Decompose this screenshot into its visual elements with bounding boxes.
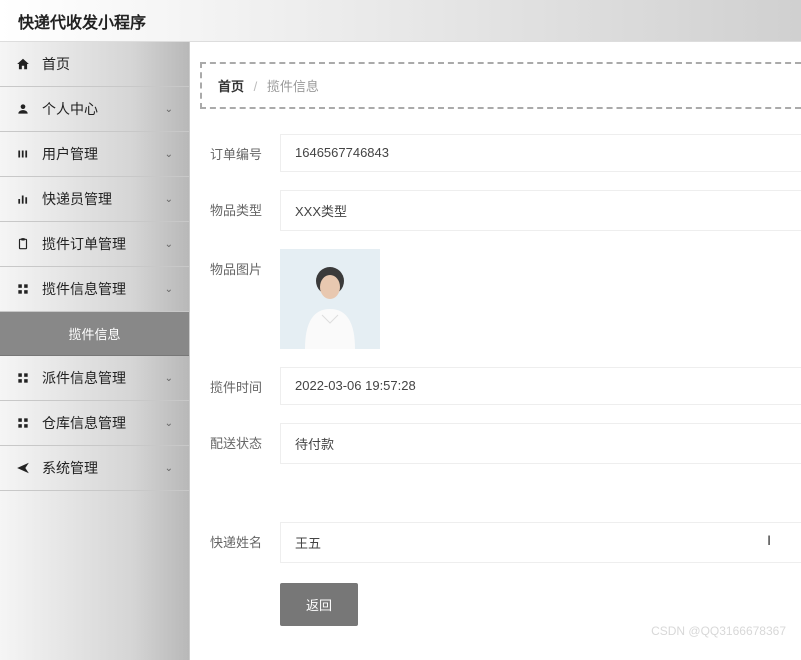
chevron-down-icon: ⌄ [165,104,173,115]
value-pickup-time: 2022-03-06 19:57:28 [280,367,801,405]
value-order-no: 1646567746843 [280,134,801,172]
sidebar-item-label: 系统管理 [42,458,98,478]
row-order-no: 订单编号 1646567746843 [200,134,801,172]
grid-icon [16,282,32,296]
sidebar-item-label: 用户管理 [42,144,98,164]
sidebar-item-user-mgmt[interactable]: 用户管理 ⌄ [0,132,189,177]
send-icon [16,461,32,475]
chevron-down-icon: ⌄ [165,194,173,205]
label-order-no: 订单编号 [210,134,280,163]
value-item-type: XXX类型 [280,190,801,231]
chevron-down-icon: ⌄ [165,463,173,474]
chevron-down-icon: ⌄ [165,373,173,384]
value-delivery-status: 待付款 [280,423,801,464]
label-courier-name: 快递姓名 [210,522,280,551]
sidebar-item-system-mgmt[interactable]: 系统管理 ⌄ [0,446,189,491]
sidebar-item-warehouse-mgmt[interactable]: 仓库信息管理 ⌄ [0,401,189,446]
row-item-image: 物品图片 [200,249,801,349]
item-image[interactable] [280,249,380,349]
breadcrumb-home[interactable]: 首页 [218,79,244,94]
breadcrumb: 首页 / 揽件信息 [200,62,801,109]
chevron-down-icon: ⌄ [165,418,173,429]
sidebar-item-pickup-info-mgmt[interactable]: 揽件信息管理 ⌄ [0,267,189,312]
sidebar-item-label: 派件信息管理 [42,368,126,388]
sidebar-item-delivery-info-mgmt[interactable]: 派件信息管理 ⌄ [0,356,189,401]
row-delivery-status: 配送状态 待付款 [200,423,801,464]
chevron-down-icon: ⌄ [165,284,173,295]
sidebar-item-label: 揽件订单管理 [42,234,126,254]
grid-icon [16,371,32,385]
label-pickup-time: 揽件时间 [210,367,280,396]
bars-icon [16,147,32,161]
grid-icon [16,416,32,430]
text-cursor-icon: I [767,532,771,548]
label-item-type: 物品类型 [210,190,280,219]
sidebar-item-label: 仓库信息管理 [42,413,126,433]
home-icon [16,57,32,71]
label-item-image: 物品图片 [210,249,280,278]
breadcrumb-sep: / [254,79,258,94]
app-title: 快递代收发小程序 [18,9,146,33]
sidebar: 首页 个人中心 ⌄ 用户管理 ⌄ 快递员管理 ⌄ [0,42,190,660]
chevron-down-icon: ⌄ [165,149,173,160]
row-item-type: 物品类型 XXX类型 [200,190,801,231]
back-button[interactable]: 返回 [280,583,358,626]
sidebar-item-label: 首页 [42,54,70,74]
sidebar-item-courier-mgmt[interactable]: 快递员管理 ⌄ [0,177,189,222]
sidebar-sub-label: 揽件信息 [68,327,120,342]
row-pickup-time: 揽件时间 2022-03-06 19:57:28 [200,367,801,405]
sidebar-item-label: 快递员管理 [42,189,112,209]
app-header: 快递代收发小程序 [0,0,801,42]
breadcrumb-current: 揽件信息 [267,79,319,94]
row-courier-name: 快递姓名 王五 I [200,522,801,563]
clipboard-icon [16,237,32,251]
sidebar-item-label: 揽件信息管理 [42,279,126,299]
button-row: 返回 [200,583,801,626]
sidebar-sub-pickup-info[interactable]: 揽件信息 [0,312,189,356]
sidebar-item-profile[interactable]: 个人中心 ⌄ [0,87,189,132]
content-area: 首页 / 揽件信息 订单编号 1646567746843 物品类型 XXX类型 … [190,42,801,660]
person-icon [16,102,32,116]
chevron-down-icon: ⌄ [165,239,173,250]
sidebar-item-pickup-order-mgmt[interactable]: 揽件订单管理 ⌄ [0,222,189,267]
chart-icon [16,192,32,206]
main-layout: 首页 个人中心 ⌄ 用户管理 ⌄ 快递员管理 ⌄ [0,42,801,660]
value-courier-name[interactable]: 王五 [280,522,801,563]
sidebar-item-home[interactable]: 首页 [0,42,189,87]
label-delivery-status: 配送状态 [210,423,280,452]
sidebar-item-label: 个人中心 [42,99,98,119]
